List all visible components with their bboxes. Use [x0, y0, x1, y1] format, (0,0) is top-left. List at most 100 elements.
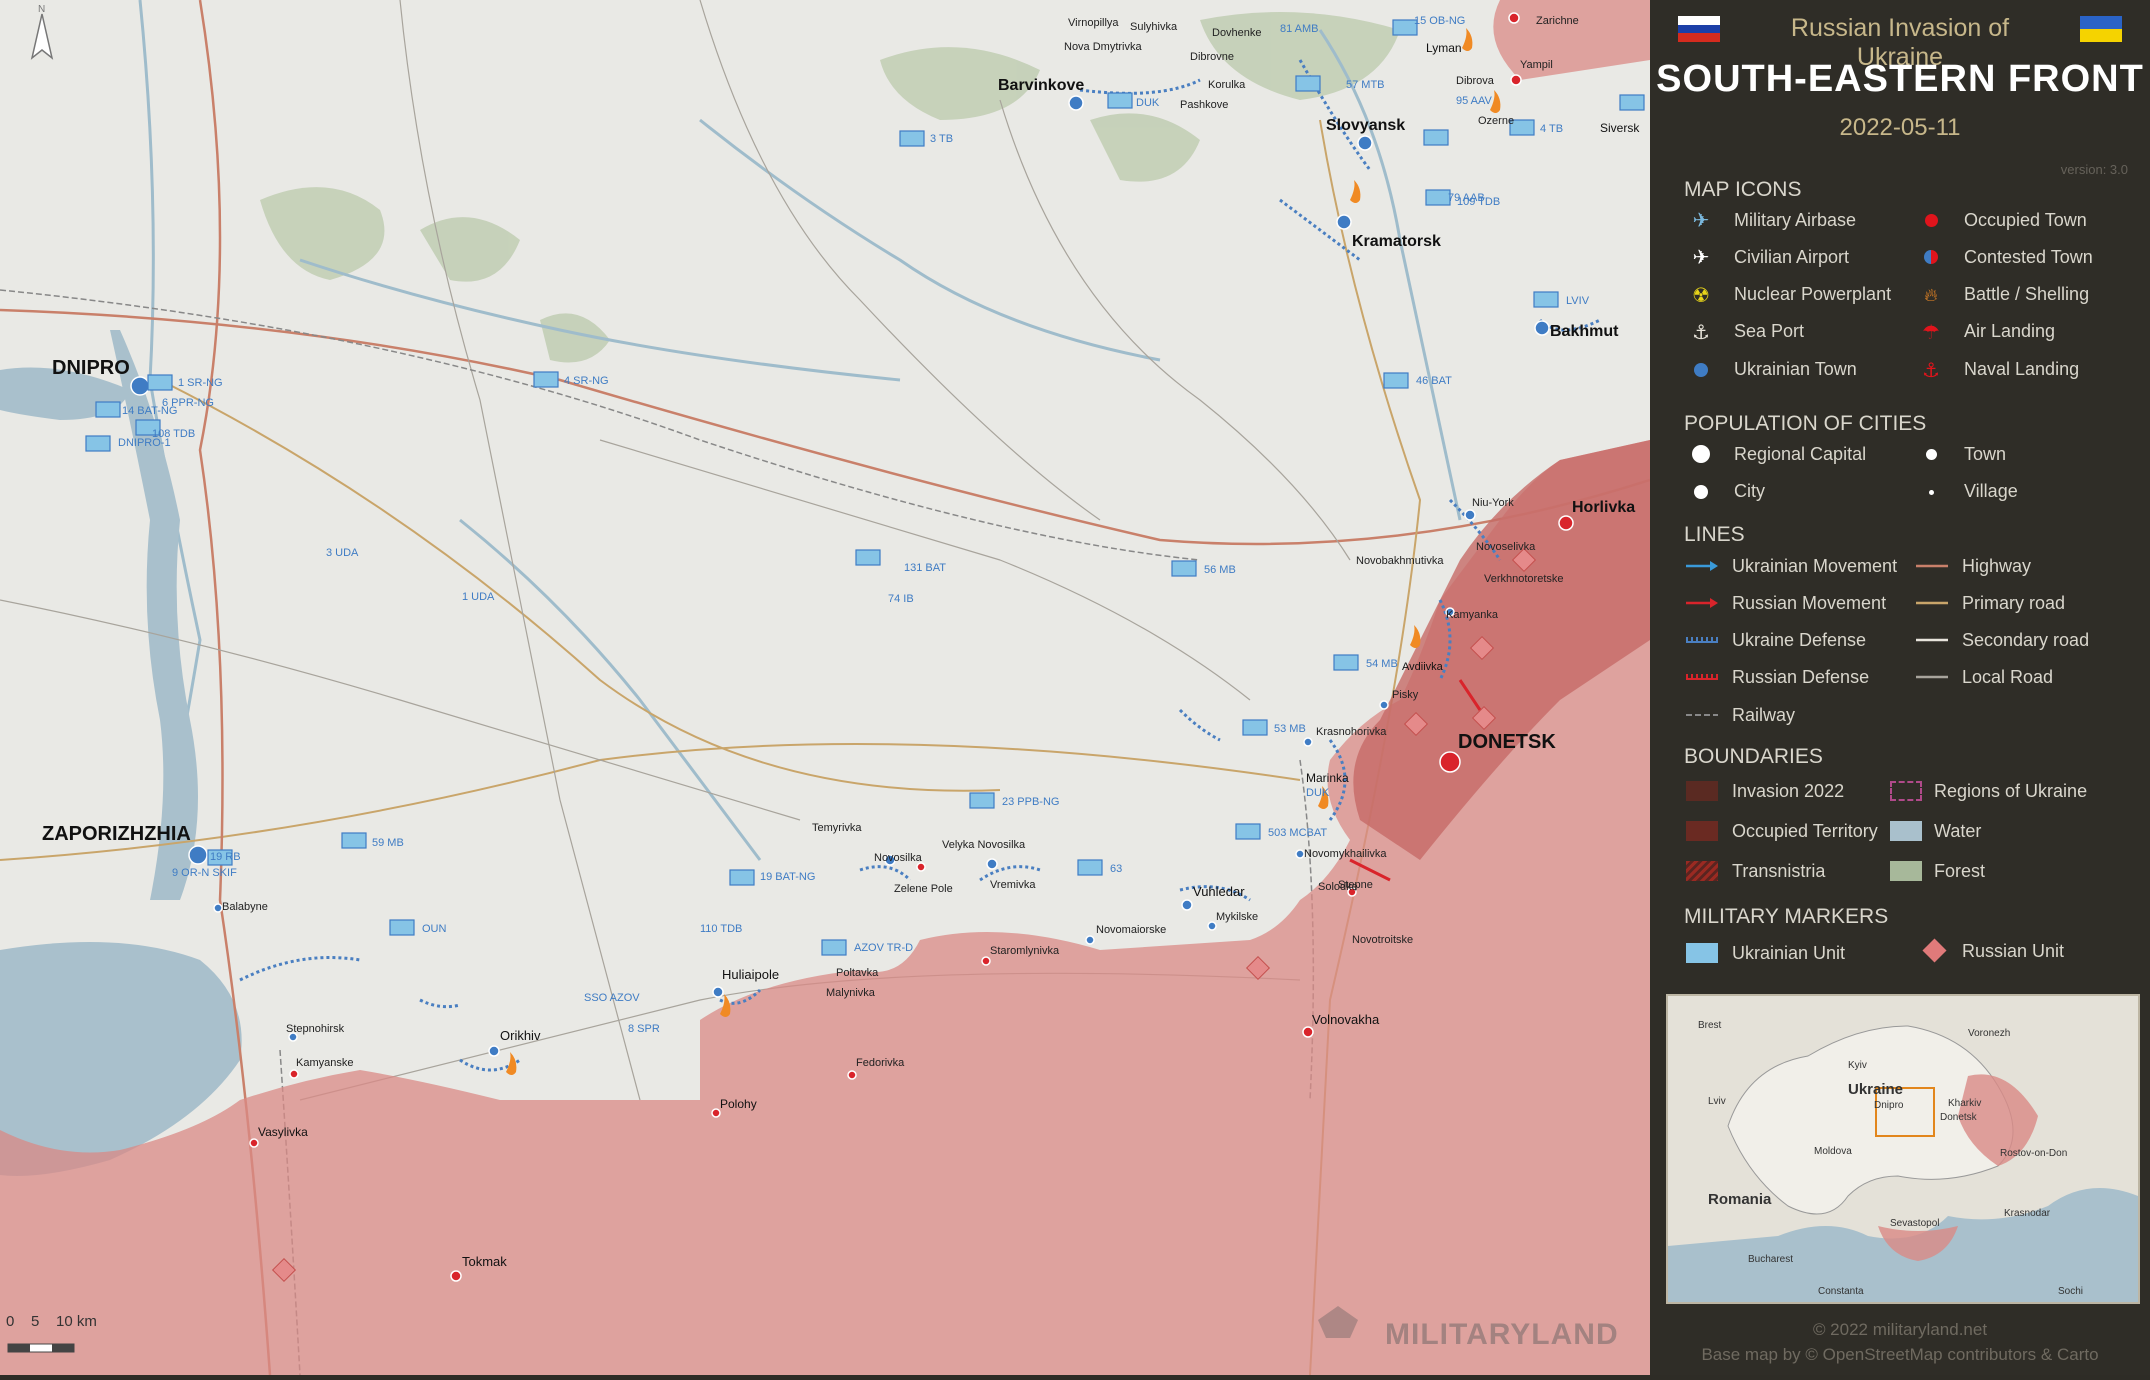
svg-text:N: N	[38, 4, 45, 15]
header-date: 2022-05-11	[1839, 114, 1961, 141]
legend-item: Battle / Shelling	[1964, 284, 2090, 304]
village-label: Novosilka	[874, 852, 923, 864]
ukraine-defense-line-icon	[1686, 637, 1718, 643]
town-label: Polohy	[720, 1097, 757, 1111]
village-label: Kamyanka	[1446, 609, 1499, 621]
town-label: Slovyansk	[1326, 117, 1405, 134]
legend-item: Civilian Airport	[1734, 247, 1850, 267]
town-label: Vasylivka	[258, 1125, 308, 1139]
village-label: Zelene Pole	[894, 883, 953, 895]
local-road-line-icon	[1916, 675, 1948, 679]
legend-item: Forest	[1934, 861, 1986, 881]
legend-item: Air Landing	[1964, 321, 2056, 341]
inset-label: Ukraine	[1848, 1081, 1903, 1098]
copyright-text: © 2022 militaryland.net	[1812, 1320, 1988, 1339]
village-label: Novobakhmutivka	[1356, 555, 1444, 567]
ukrainian-unit-swatch-icon	[1686, 943, 1718, 963]
label-donetsk: DONETSK	[1458, 731, 1556, 753]
village-label: Niu-York	[1472, 497, 1514, 509]
legend-item: Secondary road	[1962, 630, 2090, 650]
russian-movement-arrow-icon	[1686, 598, 1718, 608]
basemap-credit-text: Base map by © OpenStreetMap contributors…	[1701, 1345, 2099, 1364]
railway-line-icon	[1686, 714, 1718, 716]
legend-item: Occupied Territory	[1732, 821, 1878, 841]
inset-label: Sevastopol	[1890, 1218, 1939, 1229]
village-label: Staromlynivka	[990, 945, 1060, 957]
village-label: Novomykhailivka	[1304, 848, 1387, 860]
legend-item: Ukrainian Unit	[1732, 943, 1846, 963]
scale-bar	[7, 1343, 75, 1353]
inset-label: Rostov-on-Don	[2000, 1148, 2067, 1159]
map-view[interactable]: DNIPRO ZAPORIZHZHIA DONETSK Barvinkove S…	[0, 0, 1651, 1376]
ukraine-flag-icon	[2080, 16, 2122, 42]
unit-label: AZOV TR-D	[854, 942, 913, 954]
unit-label: 1 UDA	[462, 591, 495, 603]
label-dnipro: DNIPRO	[52, 357, 130, 379]
village-label: Novotroitske	[1352, 934, 1413, 946]
legend-item: Military Airbase	[1734, 210, 1857, 230]
inset-label: Lviv	[1708, 1096, 1726, 1107]
russia-flag-icon	[1678, 16, 1720, 42]
village-label: Vremivka	[990, 879, 1036, 891]
forest-swatch-icon	[1890, 861, 1922, 881]
village-dot-icon	[1916, 481, 1946, 503]
village-label: Novomaiorske	[1096, 924, 1166, 936]
village-label: Fedorivka	[856, 1057, 905, 1069]
village-label: Korulka	[1208, 79, 1246, 91]
unit-label: DNIPRO-1	[118, 437, 171, 449]
primary-road-line-icon	[1916, 601, 1948, 605]
town-label: Bakhmut	[1550, 323, 1619, 340]
village-label: Kamyanske	[296, 1057, 353, 1069]
legend-item: Naval Landing	[1964, 359, 2080, 379]
regional-capital-dot-icon	[1686, 443, 1716, 465]
unit-label: 19 RB	[210, 851, 241, 863]
legend-item: Highway	[1962, 556, 2032, 576]
half-dot-icon	[1916, 246, 1946, 268]
village-label: Krasnohorivka	[1316, 726, 1387, 738]
legend-item: City	[1734, 481, 1765, 501]
version-label: version: 3.0	[2060, 162, 2128, 177]
legend-item: Ukrainian Town	[1734, 359, 1857, 379]
village-label: Mykilske	[1216, 911, 1258, 923]
map-icons-heading: MAP ICONS	[1684, 178, 1802, 201]
unit-label: 53 MB	[1274, 723, 1306, 735]
town-label: Huliaipole	[722, 967, 779, 982]
unit-label: 8 SPR	[628, 1023, 660, 1035]
unit-label: 46 BAT	[1416, 375, 1452, 387]
jet-icon: ✈	[1692, 209, 1710, 232]
village-label: Stepne	[1338, 879, 1373, 891]
legend-item: Primary road	[1962, 593, 2066, 613]
parachute-icon: ☂	[1922, 321, 1940, 344]
village-label: Dibrovne	[1190, 51, 1234, 63]
town-label: Marinka	[1306, 771, 1349, 785]
unit-label: 110 TDB	[700, 923, 742, 935]
inset-label: Sochi	[2058, 1286, 2083, 1297]
legend-item: Water	[1934, 821, 1982, 841]
town-label: Horlivka	[1572, 499, 1635, 516]
blue-dot-icon	[1686, 359, 1716, 381]
village-label: Dibrova	[1456, 75, 1495, 87]
unit-label: 56 MB	[1204, 564, 1236, 576]
town-label: Volnovakha	[1312, 1012, 1380, 1027]
legend-item: Ukrainian Movement	[1732, 556, 1898, 576]
town-label: Kramatorsk	[1352, 233, 1441, 250]
russian-defense-line-icon	[1686, 674, 1718, 680]
inset-label: Krasnodar	[2004, 1208, 2051, 1219]
inset-label: Dnipro	[1874, 1100, 1904, 1111]
inset-map: Brest Voronezh Kyiv Lviv Ukraine Kharkiv Dnipr…	[1666, 994, 2140, 1304]
unit-label: 3 TB	[930, 133, 953, 145]
legend-item: Ukraine Defense	[1732, 630, 1867, 650]
inset-map-canvas: Brest Voronezh Kyiv Lviv Ukraine Kharkiv Dnipr…	[1668, 996, 2138, 1297]
label-zaporizhzhia: ZAPORIZHZHIA	[42, 823, 191, 845]
legend-item: Sea Port	[1734, 321, 1805, 341]
town-label: Lyman	[1426, 41, 1462, 55]
inset-label: Brest	[1698, 1020, 1722, 1031]
legend-item: Occupied Town	[1964, 210, 2087, 230]
invasion-swatch-icon	[1686, 781, 1718, 801]
ukrainian-movement-arrow-icon	[1686, 561, 1718, 571]
village-label: Temyrivka	[812, 822, 862, 834]
legend-panel: Russian Invasion of Ukraine SOUTH-EASTER…	[1650, 0, 2150, 1375]
village-label: Zarichne	[1536, 15, 1579, 27]
legend-item: Russian Unit	[1962, 941, 2065, 961]
radiation-icon: ☢	[1692, 284, 1710, 307]
